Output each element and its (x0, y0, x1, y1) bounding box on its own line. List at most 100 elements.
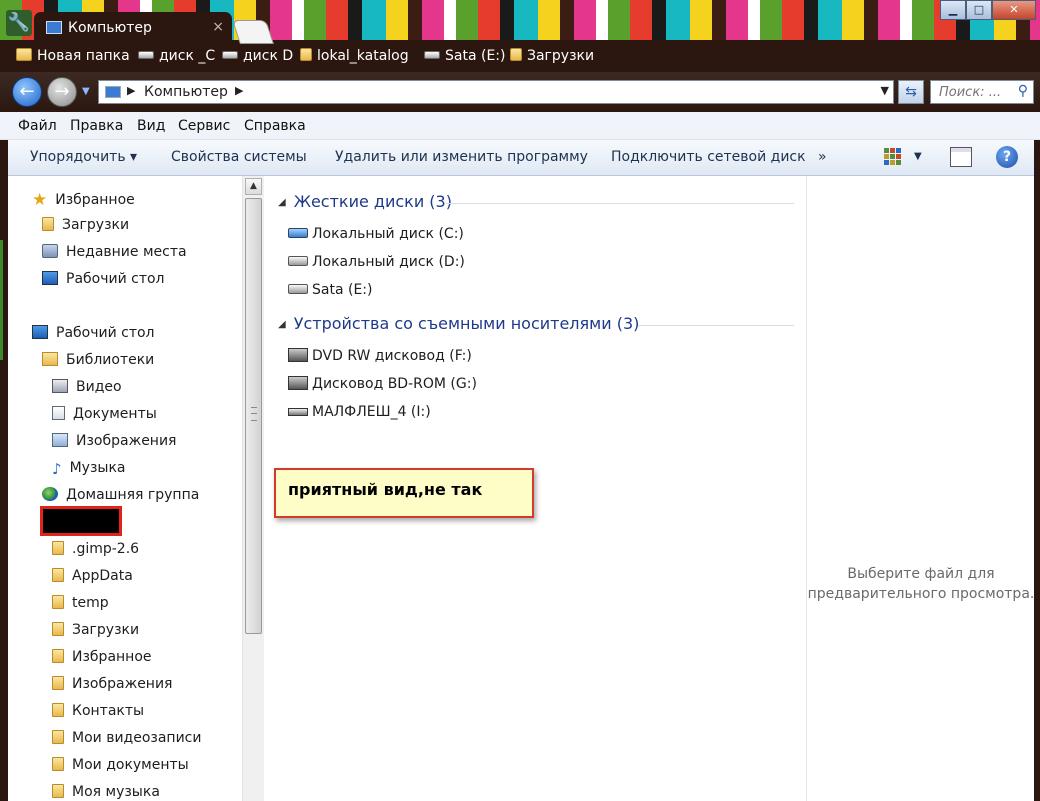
nav-label: Мои видеозаписи (72, 730, 202, 746)
nav-scrollbar[interactable]: ▲ (242, 176, 264, 801)
nav-user-folder[interactable]: temp (52, 595, 109, 611)
search-input[interactable] (931, 81, 1011, 103)
annotation-text: приятный вид,не так (288, 480, 483, 499)
bookmark-disk-c[interactable]: диск _C (138, 48, 215, 64)
nav-desktop[interactable]: Рабочий стол (32, 325, 155, 341)
group-header-removable[interactable]: ◢ Устройства со съемными носителями (3) (278, 314, 639, 333)
nav-lib-video[interactable]: Видео (52, 379, 122, 395)
nav-user-folder[interactable]: Изображения (52, 676, 172, 692)
preview-pane: Выберите файл для предварительного просм… (806, 176, 1034, 801)
scroll-thumb[interactable] (245, 198, 262, 634)
nav-lib-pictures[interactable]: Изображения (52, 433, 176, 449)
minimize-button[interactable]: ▁ (940, 0, 966, 20)
pictures-library-icon (52, 433, 68, 447)
menu-bar: Файл Правка Вид Сервис Справка (0, 112, 1040, 140)
bookmark-downloads[interactable]: Загрузки (510, 48, 594, 64)
scroll-up-button[interactable]: ▲ (245, 178, 262, 195)
drive-item-e[interactable]: Sata (E:) (288, 282, 372, 298)
nav-lib-music[interactable]: ♪ Музыка (52, 460, 125, 478)
menu-edit[interactable]: Правка (70, 118, 123, 134)
close-button[interactable]: ✕ (992, 0, 1036, 20)
address-row: ← → ▼ ▶ Компьютер ▶ ▼ ⇆ ⚲ (0, 72, 1040, 112)
hard-drive-icon (288, 256, 308, 266)
nav-label: temp (72, 595, 109, 611)
nav-user-folder[interactable]: Моя музыка (52, 784, 160, 800)
bookmark-label: диск D (243, 48, 294, 64)
more-commands-button[interactable]: » (818, 149, 827, 165)
annotation-note: приятный вид,не так (274, 468, 534, 518)
search-icon[interactable]: ⚲ (1018, 83, 1028, 99)
nav-user-folder[interactable]: Избранное (52, 649, 152, 665)
search-box[interactable]: ⚲ (930, 80, 1034, 104)
menu-help[interactable]: Справка (244, 118, 306, 134)
breadcrumb-computer[interactable]: Компьютер (144, 84, 228, 100)
help-icon[interactable]: ? (996, 146, 1018, 168)
bookmark-sata-e[interactable]: Sata (E:) (424, 48, 505, 64)
tab-computer[interactable]: Компьютер × (34, 12, 232, 44)
contacts-folder-icon (52, 703, 64, 717)
group-header-hard-disks[interactable]: ◢ Жесткие диски (3) (278, 192, 452, 211)
documents-library-icon (52, 406, 65, 420)
back-button[interactable]: ← (12, 77, 42, 107)
nav-fav-downloads[interactable]: Загрузки (42, 217, 129, 233)
downloads-folder-icon (42, 217, 54, 231)
organize-button[interactable]: Упорядочить ▾ (30, 149, 137, 165)
nav-user-folder[interactable]: Мои видеозаписи (52, 730, 201, 746)
video-library-icon (52, 379, 68, 393)
drive-item-i[interactable]: МАЛФЛЕШ_4 (I:) (288, 404, 431, 420)
bookmark-new-folder[interactable]: Новая папка (16, 48, 130, 64)
drive-item-d[interactable]: Локальный диск (D:) (288, 254, 465, 270)
drive-icon (138, 51, 154, 59)
star-icon: ★ (32, 190, 48, 210)
nav-label: Изображения (72, 676, 173, 692)
nav-user-folder[interactable]: Мои документы (52, 757, 189, 773)
nav-homegroup[interactable]: Домашняя группа (42, 487, 199, 503)
drive-item-f[interactable]: DVD RW дисковод (F:) (288, 348, 472, 364)
drive-item-g[interactable]: Дисковод BD-ROM (G:) (288, 376, 477, 392)
nav-user-folder[interactable]: .gimp-2.6 (52, 541, 139, 557)
nav-label: Контакты (72, 703, 145, 719)
preview-pane-icon[interactable] (950, 147, 972, 167)
recent-places-icon (42, 244, 58, 258)
breadcrumb-separator[interactable]: ▶ (127, 84, 135, 97)
music-folder-icon (52, 784, 64, 798)
nav-libraries[interactable]: Библиотеки (42, 352, 154, 368)
address-bar[interactable]: ▶ Компьютер ▶ ▼ (98, 80, 894, 104)
bookmark-lokal-katalog[interactable]: lokal_katalog (300, 48, 409, 64)
wrench-icon[interactable]: 🔧 (6, 10, 32, 36)
menu-view[interactable]: Вид (137, 118, 165, 134)
drive-label: МАЛФЛЕШ_4 (I:) (312, 404, 431, 420)
nav-label: Видео (76, 379, 122, 395)
collapse-triangle-icon[interactable]: ◢ (278, 197, 286, 208)
collapse-triangle-icon[interactable]: ◢ (278, 319, 286, 330)
bookmark-disk-d[interactable]: диск D (222, 48, 293, 64)
refresh-button[interactable]: ⇆ (898, 80, 924, 104)
downloads-folder-icon (52, 622, 64, 636)
drive-item-c[interactable]: Локальный диск (C:) (288, 226, 464, 242)
nav-user-folder[interactable]: AppData (52, 568, 133, 584)
system-properties-button[interactable]: Свойства системы (171, 149, 307, 165)
nav-user-folder[interactable]: Загрузки (52, 622, 139, 638)
nav-favorites[interactable]: ★ Избранное (32, 190, 135, 210)
libraries-icon (42, 352, 58, 366)
breadcrumb-separator[interactable]: ▶ (235, 84, 243, 97)
tab-close-button[interactable]: × (212, 19, 224, 35)
nav-fav-desktop[interactable]: Рабочий стол (42, 271, 165, 287)
view-options-dropdown[interactable]: ▼ (914, 151, 922, 162)
address-history-dropdown[interactable]: ▼ (881, 84, 889, 97)
group-title: Жесткие диски (3) (293, 192, 452, 211)
preview-message: Выберите файл для предварительного просм… (807, 564, 1035, 604)
bookmark-label: lokal_katalog (317, 48, 409, 64)
map-network-drive-button[interactable]: Подключить сетевой диск (611, 149, 806, 165)
nav-lib-documents[interactable]: Документы (52, 406, 157, 422)
recent-pages-dropdown[interactable]: ▼ (82, 86, 90, 97)
drive-label: Локальный диск (C:) (312, 226, 464, 242)
uninstall-program-button[interactable]: Удалить или изменить программу (335, 149, 588, 165)
nav-user-folder[interactable]: Контакты (52, 703, 144, 719)
menu-file[interactable]: Файл (18, 118, 57, 134)
forward-button[interactable]: → (47, 77, 77, 107)
nav-fav-recent-places[interactable]: Недавние места (42, 244, 187, 260)
menu-tools[interactable]: Сервис (178, 118, 230, 134)
maximize-button[interactable]: □ (966, 0, 992, 20)
view-options-icon[interactable] (884, 148, 902, 166)
